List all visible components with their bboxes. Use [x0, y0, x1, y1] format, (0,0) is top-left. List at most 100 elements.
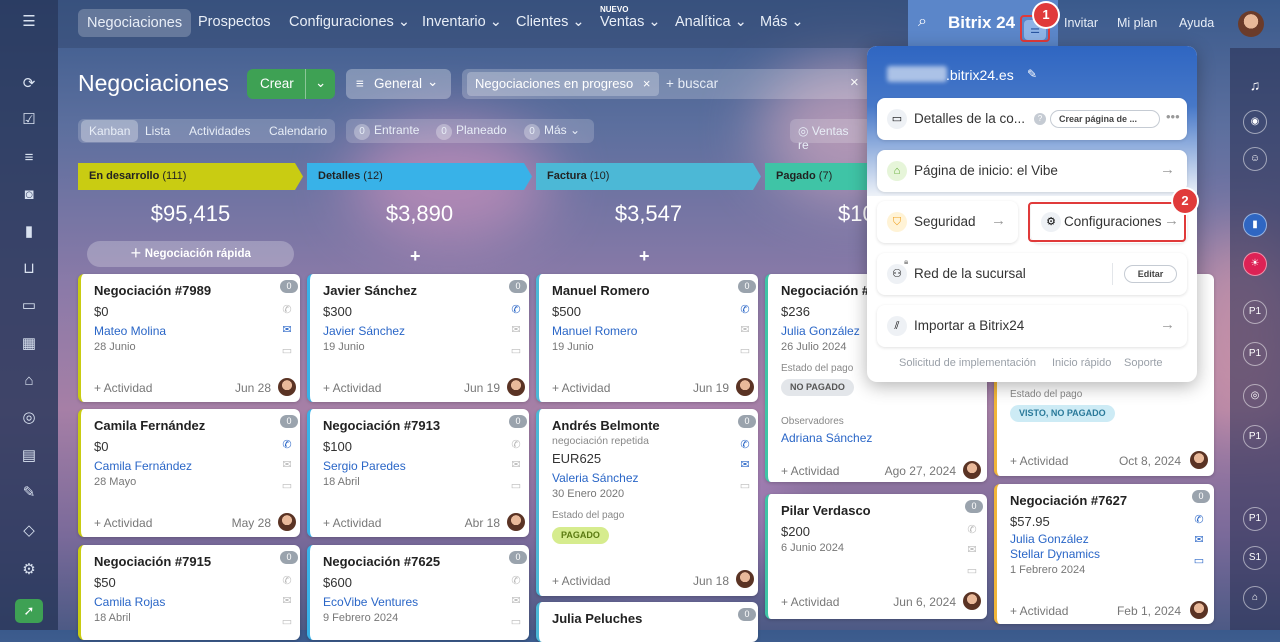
implementation-link[interactable]: Solicitud de implementación — [899, 357, 1036, 369]
add-activity-button[interactable]: + Actividad — [94, 516, 152, 530]
nav-mas[interactable]: Más ⌄ — [760, 14, 804, 30]
box-icon[interactable]: ◇ — [19, 521, 39, 541]
chat-icon[interactable]: ▭ — [509, 480, 523, 492]
deal-title[interactable]: Negociación #7625 — [323, 554, 440, 569]
mail-icon[interactable]: ✉ — [509, 595, 523, 607]
contact-avatar-icon[interactable]: P1 — [1243, 300, 1267, 324]
add-deal-button[interactable]: + — [410, 246, 421, 267]
deal-title[interactable]: Negociación #7989 — [94, 283, 211, 298]
phone-icon[interactable]: ✆ — [738, 439, 752, 451]
edit-pencil-icon[interactable]: ✎ — [1027, 67, 1037, 81]
nav-ventas[interactable]: Ventas ⌄ — [600, 14, 661, 30]
chevron-down-icon[interactable]: ⌄ — [315, 75, 326, 91]
mail-icon[interactable]: ✉ — [965, 544, 979, 556]
import-row[interactable]: ⫽ Importar a Bitrix24 → — [877, 305, 1187, 347]
counter-planeado[interactable]: 0 Planeado — [436, 123, 507, 140]
chat-icon[interactable]: ▭ — [280, 345, 294, 357]
nav-negociaciones[interactable]: Negociaciones — [78, 9, 192, 37]
contact-link[interactable]: Mateo Molina — [94, 324, 166, 338]
add-activity-button[interactable]: + Actividad — [1010, 604, 1068, 618]
contact-link[interactable]: Camila Fernández — [94, 459, 192, 473]
tab-calendario[interactable]: Calendario — [269, 124, 327, 138]
chat-icon[interactable]: ▭ — [965, 565, 979, 577]
deal-title[interactable]: Negociación #7 — [781, 283, 876, 298]
sales-filter[interactable]: ◎ Ventas re — [790, 119, 870, 152]
deal-title[interactable]: Negociación #7915 — [94, 554, 211, 569]
feed-icon[interactable]: ⟳ — [19, 74, 39, 94]
contact-link[interactable]: Julia González — [781, 324, 860, 338]
target-icon[interactable]: ◎ — [19, 408, 39, 428]
deal-card[interactable]: Andrés Belmonte 0 negociación repetida E… — [536, 409, 758, 596]
more-icon[interactable]: ••• — [1166, 109, 1180, 124]
sign-icon[interactable]: ✎ — [19, 483, 39, 503]
phone-icon[interactable]: ✆ — [965, 524, 979, 536]
deal-card[interactable]: Negociación #7627 0 $57.95 Julia Gonzále… — [994, 484, 1214, 624]
gear-icon[interactable]: ⚙ — [19, 560, 39, 580]
calendar-icon[interactable]: ▦ — [19, 334, 39, 354]
phone-icon[interactable]: ✆ — [280, 439, 294, 451]
menu-icon[interactable]: ☰ — [19, 12, 39, 32]
add-deal-button[interactable]: + — [639, 246, 650, 267]
deal-title[interactable]: Negociación #7913 — [323, 418, 440, 433]
deal-card[interactable]: Julia Peluches 0 — [536, 602, 758, 642]
contact-avatar-icon[interactable]: ⌂ — [1243, 586, 1267, 610]
contact-link[interactable]: Javier Sánchez — [323, 324, 405, 338]
quick-start-link[interactable]: Inicio rápido — [1052, 357, 1111, 369]
column-header[interactable]: Detalles (12) — [307, 163, 532, 190]
close-icon[interactable]: × — [850, 74, 859, 91]
mail-icon[interactable]: ✉ — [1192, 534, 1206, 546]
cart-icon[interactable]: ⊔ — [19, 259, 39, 279]
tasks-icon[interactable]: ☑ — [19, 110, 39, 130]
mail-icon[interactable]: ✉ — [509, 324, 523, 336]
deal-title[interactable]: Javier Sánchez — [323, 283, 417, 298]
add-activity-button[interactable]: + Actividad — [323, 516, 381, 530]
deal-card[interactable]: Javier Sánchez 0 $300 Javier Sánchez 19 … — [307, 274, 529, 402]
contact-avatar-icon[interactable]: P1 — [1243, 425, 1267, 449]
quick-deal-button[interactable]: ＋ Negociación rápida — [87, 241, 294, 267]
deal-title[interactable]: Manuel Romero — [552, 283, 650, 298]
add-activity-button[interactable]: + Actividad — [323, 381, 381, 395]
add-activity-button[interactable]: + Actividad — [781, 464, 839, 478]
chat-icon[interactable]: ▭ — [509, 616, 523, 628]
nav-analitica[interactable]: Analítica ⌄ — [675, 14, 747, 30]
contact-avatar-icon[interactable]: P1 — [1243, 507, 1267, 531]
deal-title[interactable]: Negociación #7627 — [1010, 493, 1127, 508]
contact-link[interactable]: Valeria Sánchez — [552, 471, 639, 485]
phone-icon[interactable]: ✆ — [280, 304, 294, 316]
create-button[interactable]: Crear ⌄ — [247, 69, 335, 99]
phone-icon[interactable]: ✆ — [509, 439, 523, 451]
filter-search-box[interactable]: Negociaciones en progreso × + buscar × — [462, 69, 872, 99]
nav-inventario[interactable]: Inventario ⌄ — [422, 14, 502, 30]
mail-icon[interactable]: ✉ — [509, 459, 523, 471]
document-icon[interactable]: ▤ — [19, 446, 39, 466]
deal-card[interactable]: Negociación #7915 0 $50 Camila Rojas 18 … — [78, 545, 300, 640]
status-badge[interactable]: PAGADO — [552, 527, 609, 544]
home-page-row[interactable]: ⌂ Página de inicio: el Vibe → — [877, 150, 1187, 192]
nav-configuraciones[interactable]: Configuraciones ⌄ — [289, 14, 410, 30]
phone-icon[interactable]: ✆ — [1192, 514, 1206, 526]
deal-title[interactable]: Pilar Verdasco — [781, 503, 871, 518]
filter-chip[interactable]: Negociaciones en progreso × — [467, 72, 659, 96]
deal-card[interactable]: Negociación #7625 0 $600 EcoVibe Venture… — [307, 545, 529, 640]
phone-icon[interactable]: ✆ — [280, 575, 294, 587]
tab-lista[interactable]: Lista — [145, 124, 170, 138]
add-activity-button[interactable]: + Actividad — [94, 381, 152, 395]
contact-link[interactable]: Sergio Paredes — [323, 459, 406, 473]
rocket-icon[interactable]: ➚ — [15, 599, 43, 623]
status-badge[interactable]: NO PAGADO — [781, 379, 854, 396]
chat-icon[interactable]: ▭ — [738, 480, 752, 492]
chat-icon[interactable]: ▭ — [1192, 555, 1206, 567]
app-icon[interactable]: ☀ — [1243, 252, 1267, 276]
general-button[interactable]: ≡ General ⌄ — [346, 69, 451, 99]
deal-card[interactable]: Negociación #7989 0 $0 Mateo Molina 28 J… — [78, 274, 300, 402]
deal-card[interactable]: Manuel Romero 0 $500 Manuel Romero 19 Ju… — [536, 274, 758, 402]
chat-icon[interactable]: ▭ — [509, 345, 523, 357]
deal-card[interactable]: Pilar Verdasco 0 $200 6 Junio 2024 ✆ ✉ ▭… — [765, 494, 987, 619]
contact-avatar-icon[interactable]: P1 — [1243, 342, 1267, 366]
mail-icon[interactable]: ✉ — [280, 324, 294, 336]
deal-card[interactable]: Camila Fernández 0 $0 Camila Fernández 2… — [78, 409, 300, 537]
counter-entrante[interactable]: 0 Entrante — [354, 123, 419, 140]
nav-clientes[interactable]: Clientes ⌄ — [516, 14, 585, 30]
chat-icon[interactable]: ☺ — [1243, 147, 1267, 171]
column-header[interactable]: En desarrollo (111) — [78, 163, 303, 190]
